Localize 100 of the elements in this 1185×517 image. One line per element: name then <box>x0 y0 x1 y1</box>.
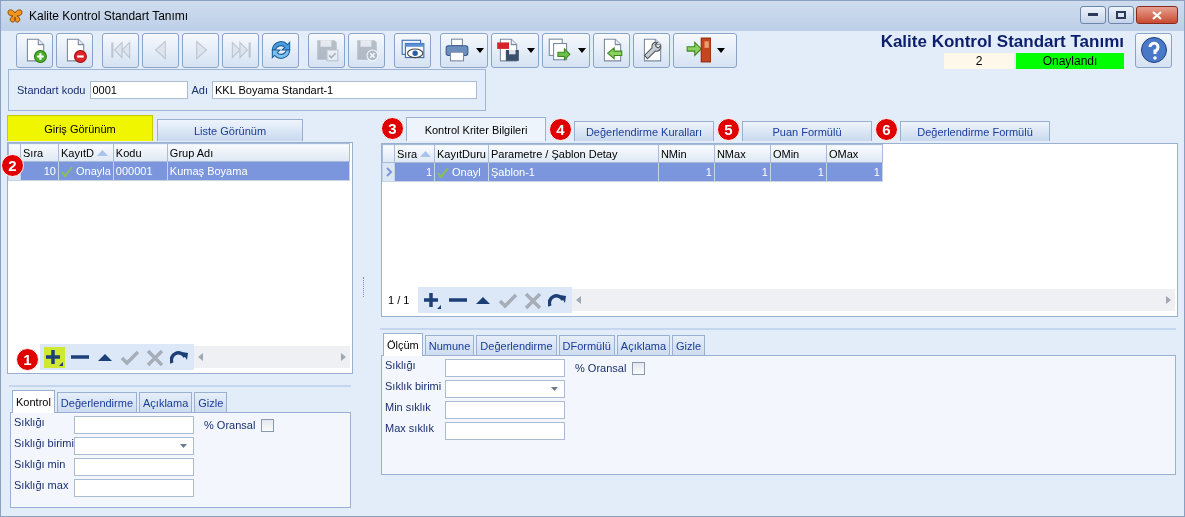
input-field[interactable] <box>445 359 565 377</box>
tab[interactable]: Değerlendirme Formülü <box>900 121 1050 141</box>
delete-button[interactable] <box>56 32 93 68</box>
plus-icon <box>423 290 442 310</box>
tab[interactable]: Liste Görünüm <box>157 119 303 141</box>
input-field[interactable]: 0001 <box>89 81 188 99</box>
triangle-icon <box>97 353 112 361</box>
dropdown-field[interactable] <box>445 380 565 398</box>
column-header[interactable]: NMax <box>714 144 771 163</box>
tab[interactable]: Puan Formülü <box>742 121 872 141</box>
maximize-button[interactable] <box>1108 6 1134 24</box>
form-heading: Kalite Kontrol Standart Tanımı <box>880 31 1124 52</box>
tab[interactable]: Ölçüm <box>383 333 423 356</box>
tools-button[interactable] <box>633 32 670 68</box>
caret-icon <box>717 47 725 53</box>
new-button[interactable] <box>16 32 53 68</box>
tab[interactable]: Değerlendirme <box>476 335 557 355</box>
scroll-right-icon[interactable] <box>1166 296 1171 304</box>
export-button[interactable] <box>542 32 590 68</box>
field-label: Sıklığı <box>14 416 46 430</box>
print-button[interactable] <box>440 32 488 68</box>
import-button[interactable] <box>593 32 630 68</box>
pdf-button[interactable] <box>491 32 539 68</box>
sort-icon <box>420 150 432 157</box>
input-field[interactable] <box>74 458 194 476</box>
checkbox-label: % Oransal <box>575 362 627 374</box>
butterfly-icon <box>7 9 23 23</box>
tab[interactable]: Gizle <box>672 335 706 355</box>
pdf-disk-icon <box>495 37 521 63</box>
help-button[interactable] <box>1135 32 1172 68</box>
step-badge: 1 <box>16 348 39 371</box>
tab[interactable]: Giriş Görünüm <box>7 115 153 141</box>
minus-icon <box>70 355 89 359</box>
step-badge: 6 <box>875 118 898 141</box>
printer-icon <box>444 37 470 63</box>
column-header[interactable]: KayıtDuru <box>434 144 489 163</box>
tab[interactable]: Kontrol <box>12 390 55 413</box>
close-icon <box>1152 10 1162 20</box>
input-field[interactable] <box>445 401 565 419</box>
sort-icon <box>97 149 108 156</box>
column-header[interactable]: Sıra <box>20 143 59 162</box>
checkbox[interactable] <box>632 361 646 375</box>
column-header[interactable]: NMin <box>658 144 715 163</box>
tab[interactable]: Numune <box>424 335 475 355</box>
page-indicator: 1 / 1 <box>387 294 411 306</box>
exit-door-icon <box>685 37 711 63</box>
maximize-icon <box>1116 11 1126 19</box>
close-button[interactable] <box>1136 6 1178 24</box>
tab[interactable]: Kontrol Kriter Bilgileri <box>406 117 546 141</box>
field-label: Min sıklık <box>385 401 432 415</box>
dropdown-field[interactable] <box>74 437 194 455</box>
column-header[interactable]: Grup Adı <box>167 143 350 162</box>
column-header[interactable]: OMin <box>770 144 827 163</box>
export-documents-icon <box>546 37 572 63</box>
column-header[interactable]: OMax <box>826 144 883 163</box>
scrollbar[interactable] <box>572 289 1175 311</box>
field-label: Max sıklık <box>385 422 435 436</box>
add-button[interactable] <box>44 346 65 368</box>
tab[interactable]: DFormülü <box>558 335 615 355</box>
record-count: 2 <box>944 52 1014 69</box>
field-label: Sıklık birimi <box>385 380 443 394</box>
refresh-button[interactable] <box>262 32 299 68</box>
scrollbar[interactable] <box>194 346 350 368</box>
input-field[interactable] <box>74 416 194 434</box>
tab[interactable]: Açıklama <box>139 392 193 412</box>
plus-icon <box>45 347 64 367</box>
exit-button[interactable] <box>673 32 737 68</box>
scroll-left-icon[interactable] <box>576 296 581 304</box>
input-field[interactable] <box>445 422 565 440</box>
input-field[interactable] <box>74 479 194 497</box>
column-header[interactable]: Parametre / Şablon Detay <box>488 144 659 163</box>
caret-icon <box>476 47 484 53</box>
x-icon <box>523 290 542 310</box>
scroll-left-icon[interactable] <box>198 353 203 361</box>
tab[interactable]: Değerlendirme Kuralları <box>574 121 714 141</box>
step-badge: 4 <box>549 118 572 141</box>
tab[interactable]: Gizle <box>194 392 228 412</box>
caret-icon <box>551 387 558 391</box>
field-label: Sıklığı birimi <box>14 437 72 451</box>
scroll-right-icon[interactable] <box>341 353 346 361</box>
x-icon <box>145 347 164 367</box>
caret-icon <box>180 444 187 448</box>
field-label: Sıklığı max <box>14 479 70 493</box>
field-label: Sıklığı <box>385 359 417 373</box>
step-badge: 3 <box>381 117 404 140</box>
checkbox[interactable] <box>261 418 275 432</box>
row-pointer-icon <box>384 167 393 177</box>
tab[interactable]: Açıklama <box>616 335 671 355</box>
caret-icon <box>527 47 535 53</box>
input-field[interactable]: KKL Boyama Standart-1 <box>212 81 477 99</box>
column-header[interactable]: Sıra <box>394 144 435 163</box>
minus-icon <box>448 298 467 302</box>
column-header[interactable]: Kodu <box>113 143 168 162</box>
minimize-button[interactable] <box>1080 6 1106 24</box>
step-badge: 5 <box>717 118 740 141</box>
triangle-icon <box>475 296 490 304</box>
column-header[interactable]: KayıtD <box>58 143 114 162</box>
preview-button[interactable] <box>394 32 431 68</box>
minimize-icon <box>1088 13 1098 17</box>
tab[interactable]: Değerlendirme <box>56 392 137 412</box>
